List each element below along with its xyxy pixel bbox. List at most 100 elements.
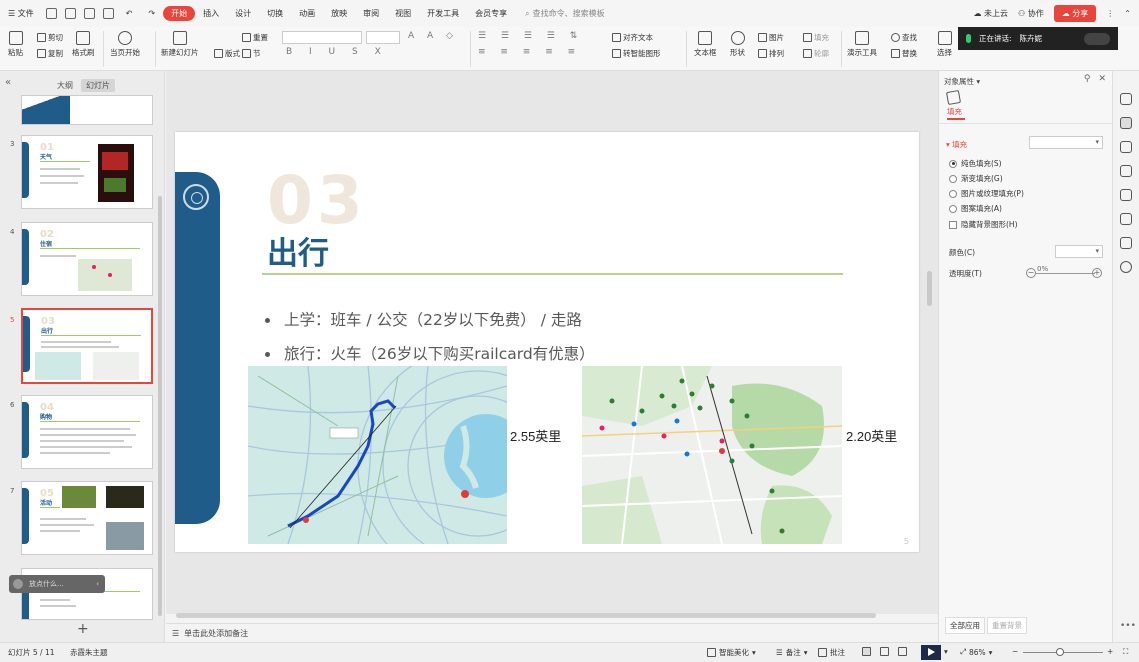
notes-area[interactable]: ☰ 单击此处添加备注 bbox=[166, 623, 938, 643]
fill-type-select[interactable]: ▾ bbox=[1029, 136, 1103, 149]
command-search[interactable]: ⌕ 查找命令、搜索模板 bbox=[525, 8, 604, 19]
align-buttons[interactable]: ≡ ≡ ≡ ≡ ≡ bbox=[478, 47, 581, 57]
slide-thumbnail[interactable]: 04 购物 bbox=[21, 395, 153, 469]
reset-button[interactable]: 重置 bbox=[242, 32, 268, 43]
more-options-icon[interactable]: ••• bbox=[1120, 621, 1136, 631]
tab-outline[interactable]: 大纲 bbox=[52, 79, 78, 92]
list-buttons[interactable]: ☰ ☰ ☰ ☰ ⇅ bbox=[478, 31, 583, 41]
picture-button[interactable]: 图片 bbox=[758, 32, 784, 43]
collapse-ribbon-icon[interactable]: ⌃ bbox=[1124, 9, 1131, 18]
fill-button[interactable]: 填充 bbox=[803, 32, 829, 43]
notes-toggle-button[interactable]: ☰ 备注 ▾ bbox=[776, 647, 808, 658]
style-icon[interactable] bbox=[1120, 93, 1132, 105]
layout-button[interactable]: 版式 bbox=[214, 48, 240, 59]
apply-all-button[interactable]: 全部应用 bbox=[945, 617, 985, 634]
tab-slides[interactable]: 幻灯片 bbox=[81, 79, 115, 92]
align-text-button[interactable]: 对齐文本 bbox=[612, 32, 653, 43]
route-map-2[interactable] bbox=[582, 366, 842, 544]
present-tool-button[interactable]: 演示工具 bbox=[847, 31, 877, 58]
add-slide-button[interactable]: + bbox=[77, 621, 89, 637]
export-icon[interactable] bbox=[64, 8, 76, 19]
increase-transparency-button[interactable]: + bbox=[1092, 268, 1102, 278]
slide-thumbnail-active[interactable]: 03 出行 bbox=[21, 308, 153, 384]
tab-member[interactable]: 会员专享 bbox=[467, 8, 515, 19]
color-select[interactable]: ▾ bbox=[1055, 245, 1103, 258]
font-family-select[interactable] bbox=[282, 31, 362, 44]
preview-icon[interactable] bbox=[102, 8, 114, 19]
slide[interactable]: 03 出行 上学：班车 / 公交（22岁以下免费） / 走路 旅行：火车（26岁… bbox=[175, 132, 919, 552]
cloud-status[interactable]: ☁ 未上云 bbox=[973, 8, 1008, 19]
slide-thumbnail[interactable]: 05 活动 bbox=[21, 481, 153, 555]
zoom-slider-handle[interactable] bbox=[1056, 648, 1064, 656]
tab-developer[interactable]: 开发工具 bbox=[419, 8, 467, 19]
redo-icon[interactable]: ↷ bbox=[140, 9, 163, 18]
tab-fill[interactable]: 填充 bbox=[945, 89, 965, 120]
tab-insert[interactable]: 插入 bbox=[195, 8, 227, 19]
transition-icon[interactable] bbox=[1120, 165, 1132, 177]
print-icon[interactable] bbox=[83, 8, 95, 19]
tab-design[interactable]: 设计 bbox=[227, 8, 259, 19]
reading-view-icon[interactable] bbox=[898, 647, 907, 656]
more-icon[interactable]: ⋮ bbox=[1106, 9, 1114, 18]
section-button[interactable]: 节 bbox=[242, 48, 261, 59]
save-icon[interactable] bbox=[45, 8, 57, 19]
tab-slideshow[interactable]: 放映 bbox=[323, 8, 355, 19]
zoom-out-button[interactable]: − bbox=[1012, 647, 1018, 656]
radio-solid-fill[interactable]: 纯色填充(S) bbox=[949, 158, 1002, 169]
new-slide-button[interactable]: 新建幻灯片 bbox=[161, 31, 199, 58]
bullet-item[interactable]: 上学：班车 / 公交（22岁以下免费） / 走路 bbox=[265, 308, 582, 330]
comments-button[interactable]: 批注 bbox=[818, 647, 845, 658]
close-icon[interactable]: ✕ bbox=[1098, 74, 1106, 84]
slide-thumbnail[interactable] bbox=[21, 95, 153, 125]
copy-button[interactable]: 复制 bbox=[37, 48, 63, 59]
select-button[interactable]: 选择 bbox=[937, 31, 952, 58]
location-icon[interactable] bbox=[1120, 213, 1132, 225]
tab-animation[interactable]: 动画 bbox=[291, 8, 323, 19]
floating-input-pill[interactable]: 放点什么... ‹ bbox=[9, 575, 105, 593]
file-menu[interactable]: ☰ 文件 bbox=[0, 8, 42, 19]
backup-icon[interactable] bbox=[1120, 189, 1132, 201]
arrange-button[interactable]: 排列 bbox=[758, 48, 784, 59]
play-options-icon[interactable]: ▾ bbox=[944, 647, 948, 656]
slide-thumbnail[interactable]: 01 天气 bbox=[21, 135, 153, 209]
undo-icon[interactable]: ↶ bbox=[118, 9, 141, 18]
hide-background-checkbox[interactable]: 隐藏背景图形(H) bbox=[949, 219, 1018, 230]
textbox-button[interactable]: 文本框 bbox=[694, 31, 717, 58]
font-size-select[interactable] bbox=[366, 31, 400, 44]
zoom-in-button[interactable]: + bbox=[1107, 647, 1113, 656]
collab-button[interactable]: ⚇ 协作 bbox=[1018, 8, 1044, 19]
shape-button[interactable]: 形状 bbox=[730, 31, 745, 58]
fit-window-button[interactable]: ⤢ 86% ▾ bbox=[960, 647, 992, 657]
cut-button[interactable]: 剪切 bbox=[37, 32, 63, 43]
find-button[interactable]: 查找 bbox=[891, 32, 917, 43]
fullscreen-icon[interactable]: ⛶ bbox=[1123, 647, 1128, 657]
panel-scrollbar[interactable] bbox=[158, 196, 162, 616]
slide-thumbnail[interactable]: 02 住宿 bbox=[21, 222, 153, 296]
panel-title[interactable]: 对象属性 ▾ bbox=[944, 76, 980, 87]
share-button[interactable]: ☁ 分享 bbox=[1053, 5, 1097, 22]
paste-button[interactable]: 粘贴 bbox=[8, 31, 23, 58]
tab-view[interactable]: 视图 bbox=[387, 8, 419, 19]
font-style-buttons[interactable]: B I U S X bbox=[286, 47, 388, 57]
canvas-vertical-scrollbar[interactable] bbox=[927, 271, 932, 306]
replace-button[interactable]: 替换 bbox=[891, 48, 917, 59]
chevron-left-icon[interactable]: ‹ bbox=[96, 580, 99, 588]
smartart-button[interactable]: 转智能图形 bbox=[612, 48, 661, 59]
smart-beautify-button[interactable]: 智能美化 ▾ bbox=[707, 647, 756, 658]
outline-button[interactable]: 轮廓 bbox=[803, 48, 829, 59]
help-icon[interactable] bbox=[1120, 261, 1132, 273]
radio-picture-fill[interactable]: 图片或纹理填充(P) bbox=[949, 188, 1024, 199]
tab-home[interactable]: 开始 bbox=[163, 6, 196, 21]
bullet-item[interactable]: 旅行：火车（26岁以下购买railcard有优惠） bbox=[265, 342, 595, 364]
font-size-buttons[interactable]: A A ◇ bbox=[408, 31, 458, 41]
format-painter-button[interactable]: 格式刷 bbox=[72, 31, 95, 58]
book-icon[interactable] bbox=[1120, 237, 1132, 249]
fill-section-header[interactable]: ▾ 填充 bbox=[946, 139, 967, 150]
radio-pattern-fill[interactable]: 图案填充(A) bbox=[949, 203, 1002, 214]
slide-title[interactable]: 出行 bbox=[267, 228, 329, 273]
play-from-current-button[interactable]: 当页开始 bbox=[110, 31, 140, 58]
properties-icon[interactable] bbox=[1120, 117, 1132, 129]
grid-view-icon[interactable] bbox=[880, 647, 889, 656]
theme-name[interactable]: 赤霞朱主题 bbox=[70, 647, 108, 658]
radio-gradient-fill[interactable]: 渐变填充(G) bbox=[949, 173, 1003, 184]
